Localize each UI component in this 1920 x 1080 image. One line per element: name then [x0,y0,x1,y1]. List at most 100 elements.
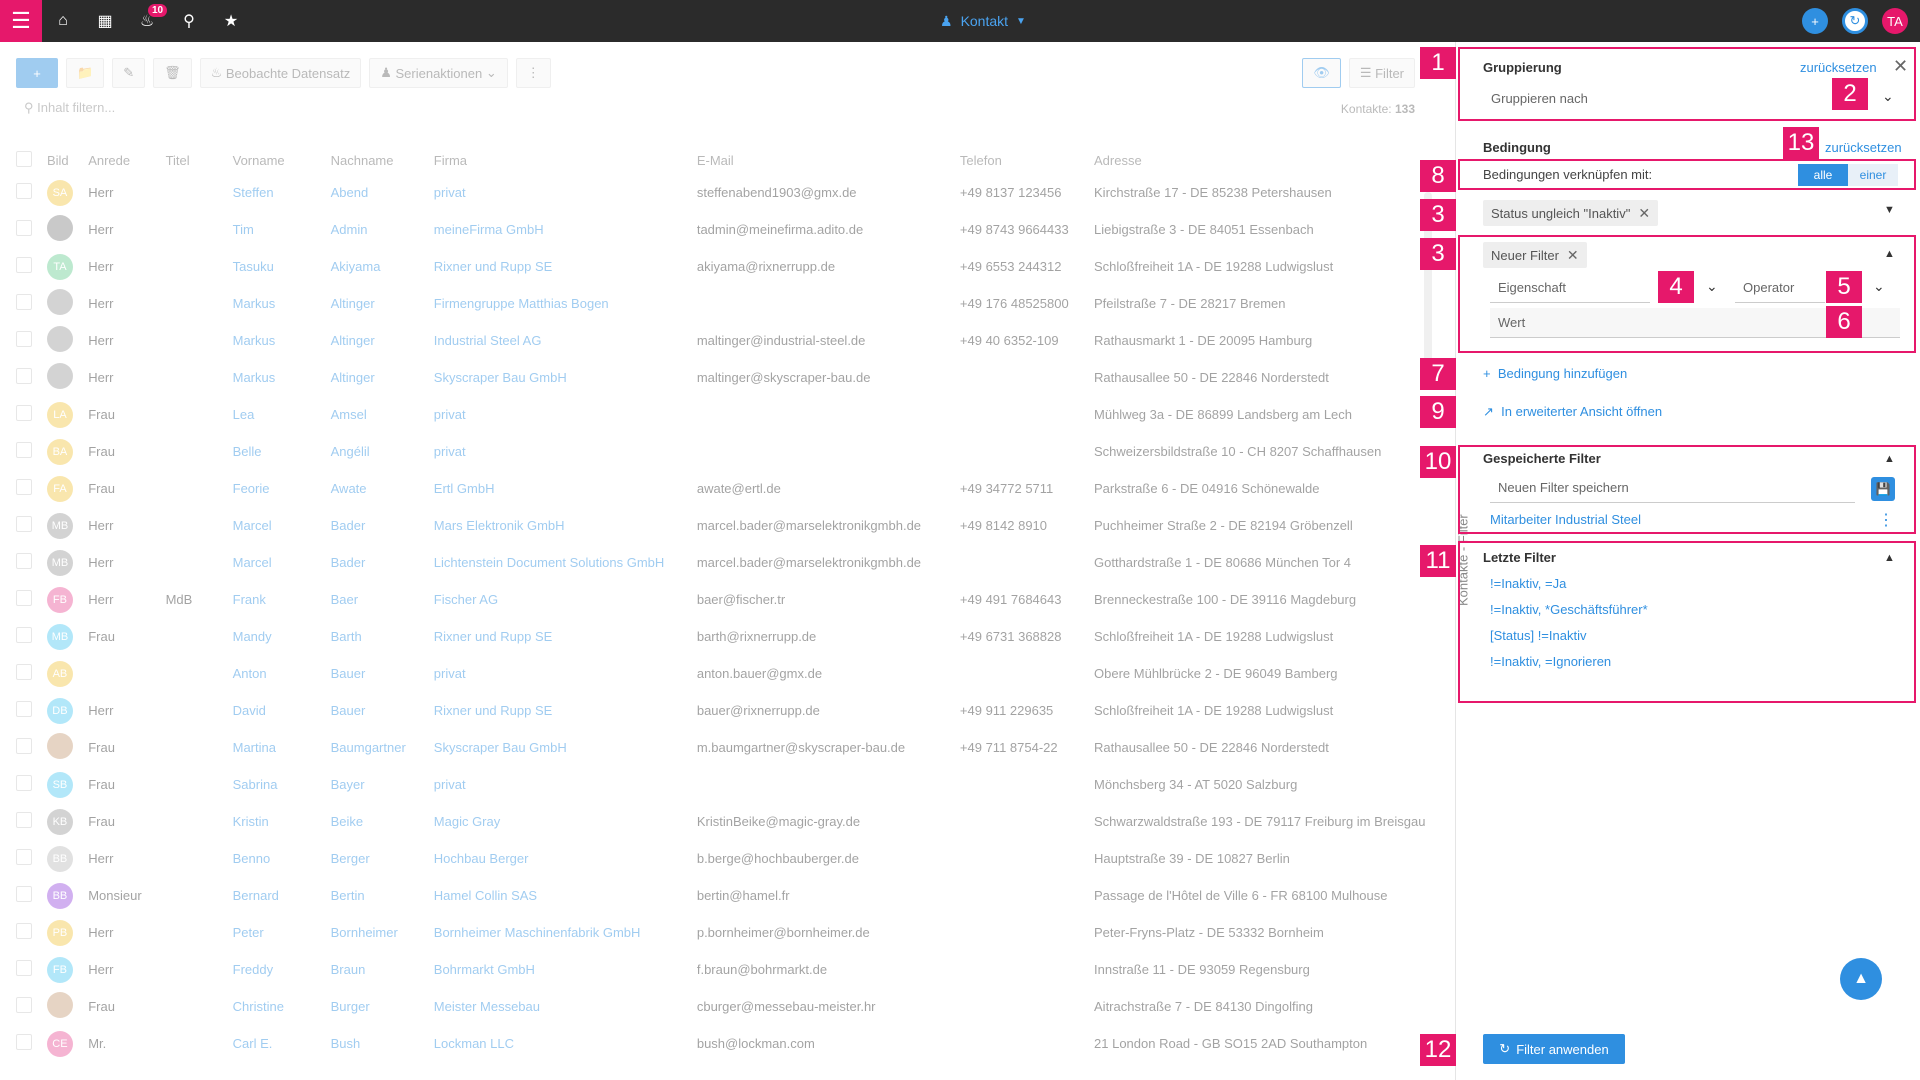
cell-firma[interactable]: Mars Elektronik GmbH [434,507,697,544]
row-checkbox[interactable] [16,692,47,729]
cell-nachname[interactable]: Bauer [331,655,434,692]
cell-firma[interactable]: Bohrmarkt GmbH [434,951,697,988]
cell-nachname[interactable]: Burger [331,988,434,1025]
table-row[interactable]: Herr Markus Altinger Skyscraper Bau GmbH mal… [16,359,1436,396]
cell-firma[interactable]: Ertl GmbH [434,470,697,507]
edit-icon[interactable]: ✎ [112,58,146,88]
star-icon[interactable]: ★ [210,0,252,42]
cell-vorname[interactable]: Freddy [233,951,331,988]
row-checkbox[interactable] [16,285,47,322]
table-row[interactable]: MB Herr Marcel Bader Mars Elektronik GmbH mar… [16,507,1436,544]
table-row[interactable]: SB Frau Sabrina Bayer privat Mönchsberg 34 - … [16,766,1436,803]
cell-firma[interactable]: Magic Gray [434,803,697,840]
cell-nachname[interactable]: Bauer [331,692,434,729]
row-checkbox[interactable] [16,618,47,655]
row-checkbox[interactable] [16,729,47,766]
cell-nachname[interactable]: Akiyama [331,248,434,285]
cell-vorname[interactable]: Lea [233,396,331,433]
cell-vorname[interactable]: Tasuku [233,248,331,285]
user-avatar[interactable]: TA [1882,8,1908,34]
table-row[interactable]: KB Frau Kristin Beike Magic Gray KristinBeike… [16,803,1436,840]
table-row[interactable]: FB Herr MdB Frank Baer Fischer AG baer@fischer… [16,581,1436,618]
eye-icon[interactable]: 👁 [1302,58,1341,88]
table-row[interactable]: BB Monsieur Bernard Bertin Hamel Collin SAS b… [16,877,1436,914]
table-row[interactable]: BB Herr Benno Berger Hochbau Berger b.berge@h… [16,840,1436,877]
cell-firma[interactable]: privat [434,766,697,803]
new-record-button[interactable]: + [16,58,58,88]
cell-vorname[interactable]: Belle [233,433,331,470]
row-checkbox[interactable] [16,433,47,470]
table-row[interactable]: Herr Markus Altinger Firmengruppe Matthias … [16,285,1436,322]
add-icon[interactable]: + [1802,8,1828,34]
context-selector[interactable]: ♟ Kontakt ▼ [940,0,1026,42]
cell-firma[interactable]: Industrial Steel AG [434,322,697,359]
cell-firma[interactable]: Rixner und Rupp SE [434,692,697,729]
row-checkbox[interactable] [16,322,47,359]
row-checkbox[interactable] [16,581,47,618]
add-condition-link[interactable]: + Bedingung hinzufügen [1483,366,1627,381]
cell-nachname[interactable]: Angélil [331,433,434,470]
cell-nachname[interactable]: Bush [331,1025,434,1062]
table-row[interactable]: AB Anton Bauer privat anton.bauer@gmx.de Ober… [16,655,1436,692]
remove-icon[interactable]: ✕ [1567,247,1579,264]
cell-firma[interactable]: privat [434,396,697,433]
caret-down-icon[interactable]: ▼ [1884,204,1895,216]
cell-vorname[interactable]: Markus [233,322,331,359]
cell-firma[interactable]: privat [434,433,697,470]
cell-firma[interactable]: Hochbau Berger [434,840,697,877]
cell-nachname[interactable]: Bornheimer [331,914,434,951]
recent-filter-item[interactable]: !=Inaktiv, *Geschäftsführer* [1490,602,1648,617]
row-checkbox[interactable] [16,211,47,248]
home-icon[interactable]: ⌂ [42,0,84,42]
cell-vorname[interactable]: Bernard [233,877,331,914]
column-header[interactable]: Titel [166,146,233,174]
table-row[interactable]: Herr Tim Admin meineFirma GmbH tadmin@meinef… [16,211,1436,248]
cell-vorname[interactable]: Anton [233,655,331,692]
caret-up-icon[interactable]: ▲ [1884,552,1895,564]
cell-firma[interactable]: Firmengruppe Matthias Bogen [434,285,697,322]
cell-firma[interactable]: Rixner und Rupp SE [434,618,697,655]
cell-nachname[interactable]: Abend [331,174,434,211]
cell-nachname[interactable]: Bader [331,507,434,544]
open-extended-link[interactable]: ↗ In erweiterter Ansicht öffnen [1483,404,1662,420]
table-row[interactable]: DB Herr David Bauer Rixner und Rupp SE bauer@… [16,692,1436,729]
condition-reset-link[interactable]: zurücksetzen [1825,140,1902,155]
row-checkbox[interactable] [16,174,47,211]
toggle-one[interactable]: einer [1848,164,1898,186]
cell-vorname[interactable]: Martina [233,729,331,766]
caret-up-icon[interactable]: ▲ [1884,453,1895,465]
more-vertical-icon[interactable]: ⋮ [1878,510,1894,530]
row-checkbox[interactable] [16,507,47,544]
recent-filter-item[interactable]: [Status] !=Inaktiv [1490,628,1586,643]
select-all-checkbox[interactable] [16,146,47,174]
table-row[interactable]: MB Frau Mandy Barth Rixner und Rupp SE barth@… [16,618,1436,655]
table-row[interactable]: Frau Christine Burger Meister Messebau cburg… [16,988,1436,1025]
cell-nachname[interactable]: Barth [331,618,434,655]
chevron-down-icon[interactable]: ⌄ [1706,278,1718,295]
notification-bell-icon[interactable]: ♨ 10 [126,0,168,42]
caret-up-icon[interactable]: ▲ [1884,248,1895,260]
cell-nachname[interactable]: Berger [331,840,434,877]
cell-vorname[interactable]: Christine [233,988,331,1025]
cell-firma[interactable]: Lockman LLC [434,1025,697,1062]
cell-nachname[interactable]: Altinger [331,359,434,396]
toggle-all[interactable]: alle [1798,164,1848,186]
remove-icon[interactable]: ✕ [1638,205,1650,222]
cell-firma[interactable]: Skyscraper Bau GmbH [434,359,697,396]
column-header[interactable]: Telefon [960,146,1094,174]
cell-vorname[interactable]: Marcel [233,507,331,544]
cell-vorname[interactable]: Marcel [233,544,331,581]
row-checkbox[interactable] [16,655,47,692]
chevron-down-icon[interactable]: ⌄ [1882,88,1894,105]
cell-vorname[interactable]: David [233,692,331,729]
cell-vorname[interactable]: Steffen [233,174,331,211]
folder-icon[interactable]: 📁 [66,58,105,88]
cell-nachname[interactable]: Beike [331,803,434,840]
table-row[interactable]: CE Mr. Carl E. Bush Lockman LLC bush@lockman.… [16,1025,1436,1062]
cell-firma[interactable]: Hamel Collin SAS [434,877,697,914]
cell-firma[interactable]: Meister Messebau [434,988,697,1025]
table-row[interactable]: Frau Martina Baumgartner Skyscraper Bau Gmb… [16,729,1436,766]
cell-nachname[interactable]: Admin [331,211,434,248]
calendar-icon[interactable]: ▦ [84,0,126,42]
cell-nachname[interactable]: Altinger [331,285,434,322]
